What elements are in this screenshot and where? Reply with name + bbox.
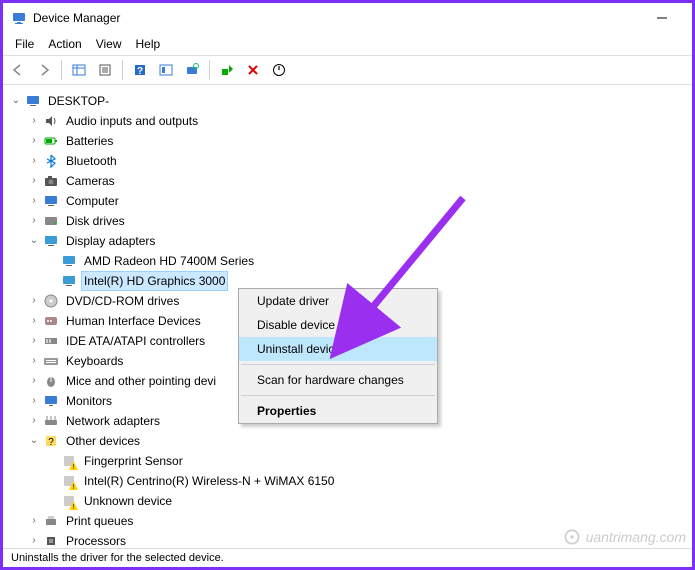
cpu-icon bbox=[43, 533, 59, 545]
help-button[interactable]: ? bbox=[129, 59, 151, 81]
printer-icon bbox=[43, 513, 59, 529]
collapse-icon[interactable]: ⌄ bbox=[9, 94, 23, 108]
computer-icon bbox=[25, 93, 41, 109]
ctx-properties[interactable]: Properties bbox=[239, 399, 437, 423]
ide-icon bbox=[43, 333, 59, 349]
scan-hardware-button[interactable] bbox=[181, 59, 203, 81]
expand-icon[interactable]: › bbox=[27, 314, 41, 328]
show-hidden-button[interactable] bbox=[68, 59, 90, 81]
tree-item-printq[interactable]: › Print queues bbox=[5, 511, 690, 531]
menu-help[interactable]: Help bbox=[130, 35, 167, 53]
tree-item-display-amd[interactable]: AMD Radeon HD 7400M Series bbox=[5, 251, 690, 271]
forward-button[interactable] bbox=[33, 59, 55, 81]
device-warning-icon: ! bbox=[61, 493, 77, 509]
tree-item-other[interactable]: ⌄ ? Other devices bbox=[5, 431, 690, 451]
hid-icon bbox=[43, 313, 59, 329]
expand-icon[interactable]: › bbox=[27, 414, 41, 428]
menu-action[interactable]: Action bbox=[42, 35, 87, 53]
minimize-button[interactable] bbox=[640, 4, 684, 32]
context-menu: Update driver Disable device Uninstall d… bbox=[238, 288, 438, 424]
tree-item-audio[interactable]: › Audio inputs and outputs bbox=[5, 111, 690, 131]
battery-icon bbox=[43, 133, 59, 149]
tree-item-other-unknown[interactable]: ! Unknown device bbox=[5, 491, 690, 511]
device-warning-icon: ! bbox=[61, 453, 77, 469]
toolbar: ? bbox=[3, 55, 692, 85]
network-icon bbox=[43, 413, 59, 429]
tree-item-other-wimax[interactable]: ! Intel(R) Centrino(R) Wireless-N + WiMA… bbox=[5, 471, 690, 491]
menu-file[interactable]: File bbox=[9, 35, 40, 53]
tree-item-disk[interactable]: › Disk drives bbox=[5, 211, 690, 231]
expand-icon[interactable]: › bbox=[27, 154, 41, 168]
svg-text:!: ! bbox=[73, 484, 75, 490]
computer-icon bbox=[43, 193, 59, 209]
device-warning-icon: ! bbox=[61, 473, 77, 489]
app-icon bbox=[11, 10, 27, 26]
expand-icon[interactable]: › bbox=[27, 114, 41, 128]
expand-icon[interactable]: › bbox=[27, 134, 41, 148]
toolbar-icon-1[interactable] bbox=[155, 59, 177, 81]
expand-icon[interactable]: › bbox=[27, 394, 41, 408]
expand-icon[interactable]: › bbox=[27, 354, 41, 368]
tree-item-computer[interactable]: › Computer bbox=[5, 191, 690, 211]
update-driver-button[interactable] bbox=[216, 59, 238, 81]
keyboard-icon bbox=[43, 353, 59, 369]
display-icon bbox=[43, 233, 59, 249]
collapse-icon[interactable]: ⌄ bbox=[27, 234, 41, 248]
tree-item-other-fp[interactable]: ! Fingerprint Sensor bbox=[5, 451, 690, 471]
menu-separator bbox=[241, 364, 435, 365]
ctx-uninstall-device[interactable]: Uninstall device bbox=[239, 337, 437, 361]
display-icon bbox=[61, 273, 77, 289]
back-button[interactable] bbox=[7, 59, 29, 81]
dvd-icon bbox=[43, 293, 59, 309]
expand-icon[interactable]: › bbox=[27, 214, 41, 228]
expand-icon[interactable]: › bbox=[27, 514, 41, 528]
title-bar: Device Manager bbox=[3, 3, 692, 33]
camera-icon bbox=[43, 173, 59, 189]
menu-view[interactable]: View bbox=[90, 35, 128, 53]
ctx-disable-device[interactable]: Disable device bbox=[239, 313, 437, 337]
audio-icon bbox=[43, 113, 59, 129]
expand-icon[interactable]: › bbox=[27, 374, 41, 388]
other-icon: ? bbox=[43, 433, 59, 449]
disable-button[interactable] bbox=[268, 59, 290, 81]
tree-root-label: DESKTOP- bbox=[45, 91, 112, 111]
window-title: Device Manager bbox=[33, 11, 120, 25]
tree-item-display[interactable]: ⌄ Display adapters bbox=[5, 231, 690, 251]
expand-icon[interactable]: › bbox=[27, 334, 41, 348]
tree-item-processors[interactable]: › Processors bbox=[5, 531, 690, 545]
status-bar: Uninstalls the driver for the selected d… bbox=[3, 548, 692, 567]
monitor-icon bbox=[43, 393, 59, 409]
expand-icon[interactable]: › bbox=[27, 174, 41, 188]
display-icon bbox=[61, 253, 77, 269]
tree-root[interactable]: ⌄ DESKTOP- bbox=[5, 91, 690, 111]
tree-item-cameras[interactable]: › Cameras bbox=[5, 171, 690, 191]
expand-icon[interactable]: › bbox=[27, 194, 41, 208]
svg-text:?: ? bbox=[137, 66, 143, 77]
ctx-update-driver[interactable]: Update driver bbox=[239, 289, 437, 313]
ctx-scan-hardware[interactable]: Scan for hardware changes bbox=[239, 368, 437, 392]
disk-icon bbox=[43, 213, 59, 229]
expand-icon[interactable]: › bbox=[27, 294, 41, 308]
svg-text:?: ? bbox=[48, 437, 54, 448]
mouse-icon bbox=[43, 373, 59, 389]
menu-bar: File Action View Help bbox=[3, 33, 692, 55]
properties-button[interactable] bbox=[94, 59, 116, 81]
tree-item-batteries[interactable]: › Batteries bbox=[5, 131, 690, 151]
svg-text:!: ! bbox=[73, 504, 75, 510]
uninstall-button[interactable] bbox=[242, 59, 264, 81]
expand-icon[interactable]: › bbox=[27, 534, 41, 545]
tree-item-bluetooth[interactable]: › Bluetooth bbox=[5, 151, 690, 171]
collapse-icon[interactable]: ⌄ bbox=[27, 434, 41, 448]
svg-text:!: ! bbox=[73, 464, 75, 470]
bluetooth-icon bbox=[43, 153, 59, 169]
menu-separator bbox=[241, 395, 435, 396]
